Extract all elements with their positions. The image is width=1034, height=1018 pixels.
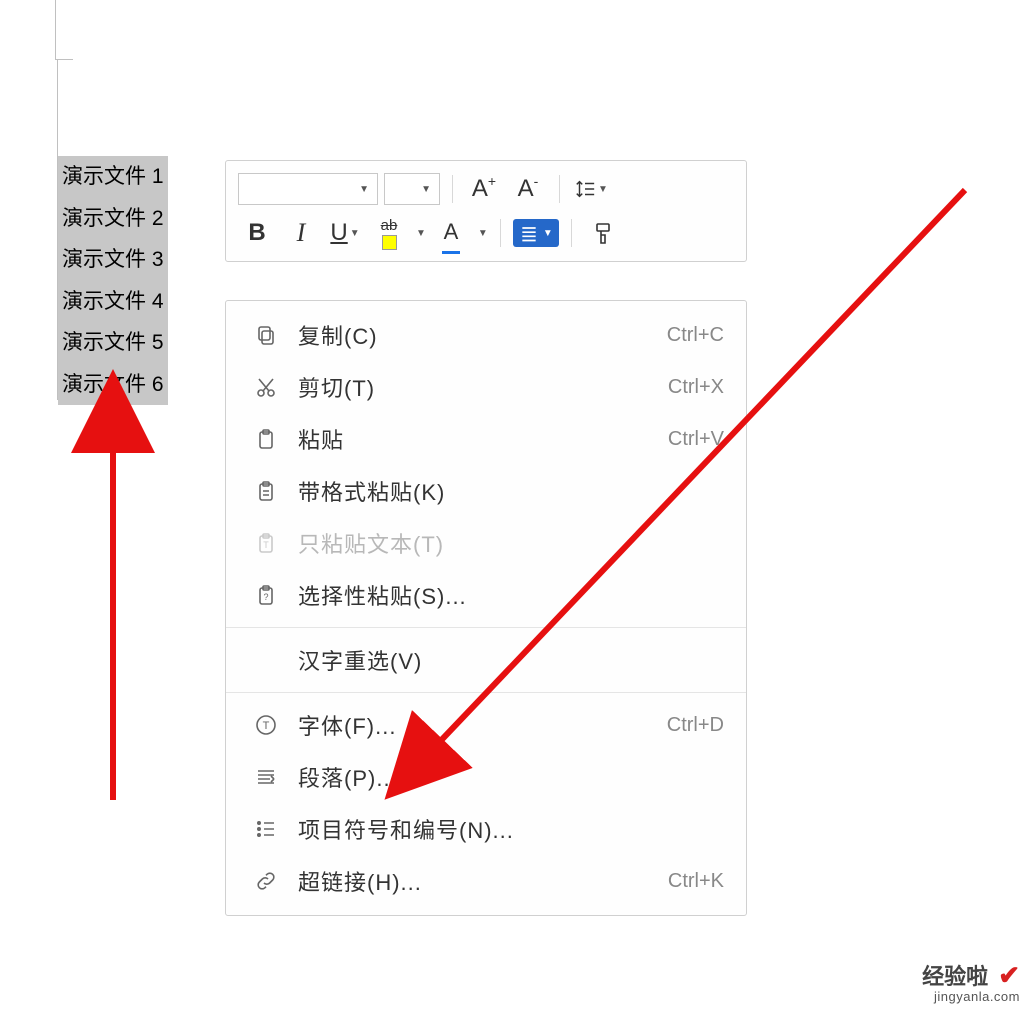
context-menu: 复制(C) Ctrl+C 剪切(T) Ctrl+X 粘贴 Ctrl+V 带格式粘… [225,300,747,916]
toolbar-separator [452,175,453,203]
menu-copy[interactable]: 复制(C) Ctrl+C [226,309,746,361]
chevron-down-icon[interactable]: ▼ [416,228,426,239]
menu-font[interactable]: T 字体(F)... Ctrl+D [226,699,746,751]
highlight-icon: ab [381,217,398,234]
align-justify-icon [519,223,539,243]
document-margin-corner [55,0,73,60]
cut-icon [248,375,284,399]
decrease-font-button[interactable]: A- [509,171,547,207]
menu-paste[interactable]: 粘贴 Ctrl+V [226,413,746,465]
toolbar-separator [559,175,560,203]
font-size-select[interactable]: ▼ [384,173,440,205]
menu-paste-special[interactable]: ? 选择性粘贴(S)... [226,569,746,621]
menu-label: 字体(F)... [284,709,667,741]
align-justify-button[interactable]: ▼ [513,219,559,247]
svg-text:T: T [263,540,269,550]
bullets-icon [248,817,284,841]
chevron-down-icon[interactable]: ▼ [478,228,488,239]
doc-line[interactable]: 演示文件 4 [58,281,168,323]
menu-shortcut: Ctrl+D [667,714,724,737]
menu-shortcut: Ctrl+V [668,428,724,451]
paste-text-icon: T [248,531,284,555]
bold-button[interactable]: B [238,215,276,251]
line-spacing-button[interactable]: ▼ [572,171,610,207]
chevron-down-icon: ▼ [421,184,431,195]
link-icon [248,869,284,893]
line-spacing-icon [574,178,596,200]
underline-button[interactable]: U ▼ [326,215,364,251]
toolbar-separator [571,219,572,247]
format-painter-button[interactable] [584,215,622,251]
menu-separator [226,692,746,693]
menu-bullets-numbering[interactable]: 项目符号和编号(N)... [226,803,746,855]
menu-cut[interactable]: 剪切(T) Ctrl+X [226,361,746,413]
menu-label: 复制(C) [284,319,667,351]
highlight-color-swatch [382,235,397,250]
menu-label: 汉字重选(V) [284,644,724,676]
menu-label: 粘贴 [284,423,668,455]
menu-label: 段落(P)... [284,761,724,793]
doc-line[interactable]: 演示文件 2 [58,198,168,240]
chevron-down-icon: ▼ [543,228,553,239]
menu-shortcut: Ctrl+K [668,870,724,893]
menu-shortcut: Ctrl+C [667,324,724,347]
menu-shortcut: Ctrl+X [668,376,724,399]
menu-hyperlink[interactable]: 超链接(H)... Ctrl+K [226,855,746,907]
chevron-down-icon: ▼ [350,228,360,239]
toolbar-separator [500,219,501,247]
format-painter-icon [591,221,615,245]
font-color-swatch [442,251,460,254]
menu-label: 项目符号和编号(N)... [284,813,724,845]
mini-format-toolbar: ▼ ▼ A+ A- ▼ B I U ▼ ab ▼ [225,160,747,262]
paste-special-icon: ? [248,583,284,607]
copy-icon [248,323,284,347]
doc-line[interactable]: 演示文件 1 [58,156,168,198]
paste-icon [248,427,284,451]
highlight-button[interactable]: ab [370,215,408,251]
svg-text:T: T [263,720,270,732]
chevron-down-icon: ▼ [359,184,369,195]
doc-line[interactable]: 演示文件 6 [58,364,168,406]
doc-line[interactable]: 演示文件 3 [58,239,168,281]
font-icon: T [248,713,284,737]
increase-font-button[interactable]: A+ [465,171,503,207]
menu-label: 超链接(H)... [284,865,668,897]
chevron-down-icon: ▼ [598,184,608,195]
check-icon: ✔ [998,960,1020,990]
doc-line[interactable]: 演示文件 5 [58,322,168,364]
menu-reconvert[interactable]: 汉字重选(V) [226,634,746,686]
svg-text:?: ? [263,592,268,602]
menu-separator [226,627,746,628]
menu-paste-format[interactable]: 带格式粘贴(K) [226,465,746,517]
menu-paragraph[interactable]: 段落(P)... [226,751,746,803]
menu-label: 剪切(T) [284,371,668,403]
watermark-title: 经验啦 [922,964,988,989]
watermark: 经验啦 ✔ jingyanla.com [922,961,1020,1004]
paragraph-icon [248,765,284,789]
font-name-select[interactable]: ▼ [238,173,378,205]
font-color-button[interactable]: A [432,215,470,251]
italic-button[interactable]: I [282,215,320,251]
menu-label: 选择性粘贴(S)... [284,579,724,611]
font-color-icon: A [444,219,459,245]
underline-icon: U [330,219,347,247]
menu-label: 带格式粘贴(K) [284,475,724,507]
watermark-url: jingyanla.com [922,990,1020,1004]
menu-paste-text-only: T 只粘贴文本(T) [226,517,746,569]
paste-format-icon [248,479,284,503]
menu-label: 只粘贴文本(T) [284,527,724,559]
document-selected-text[interactable]: 演示文件 1 演示文件 2 演示文件 3 演示文件 4 演示文件 5 演示文件 … [58,156,168,405]
